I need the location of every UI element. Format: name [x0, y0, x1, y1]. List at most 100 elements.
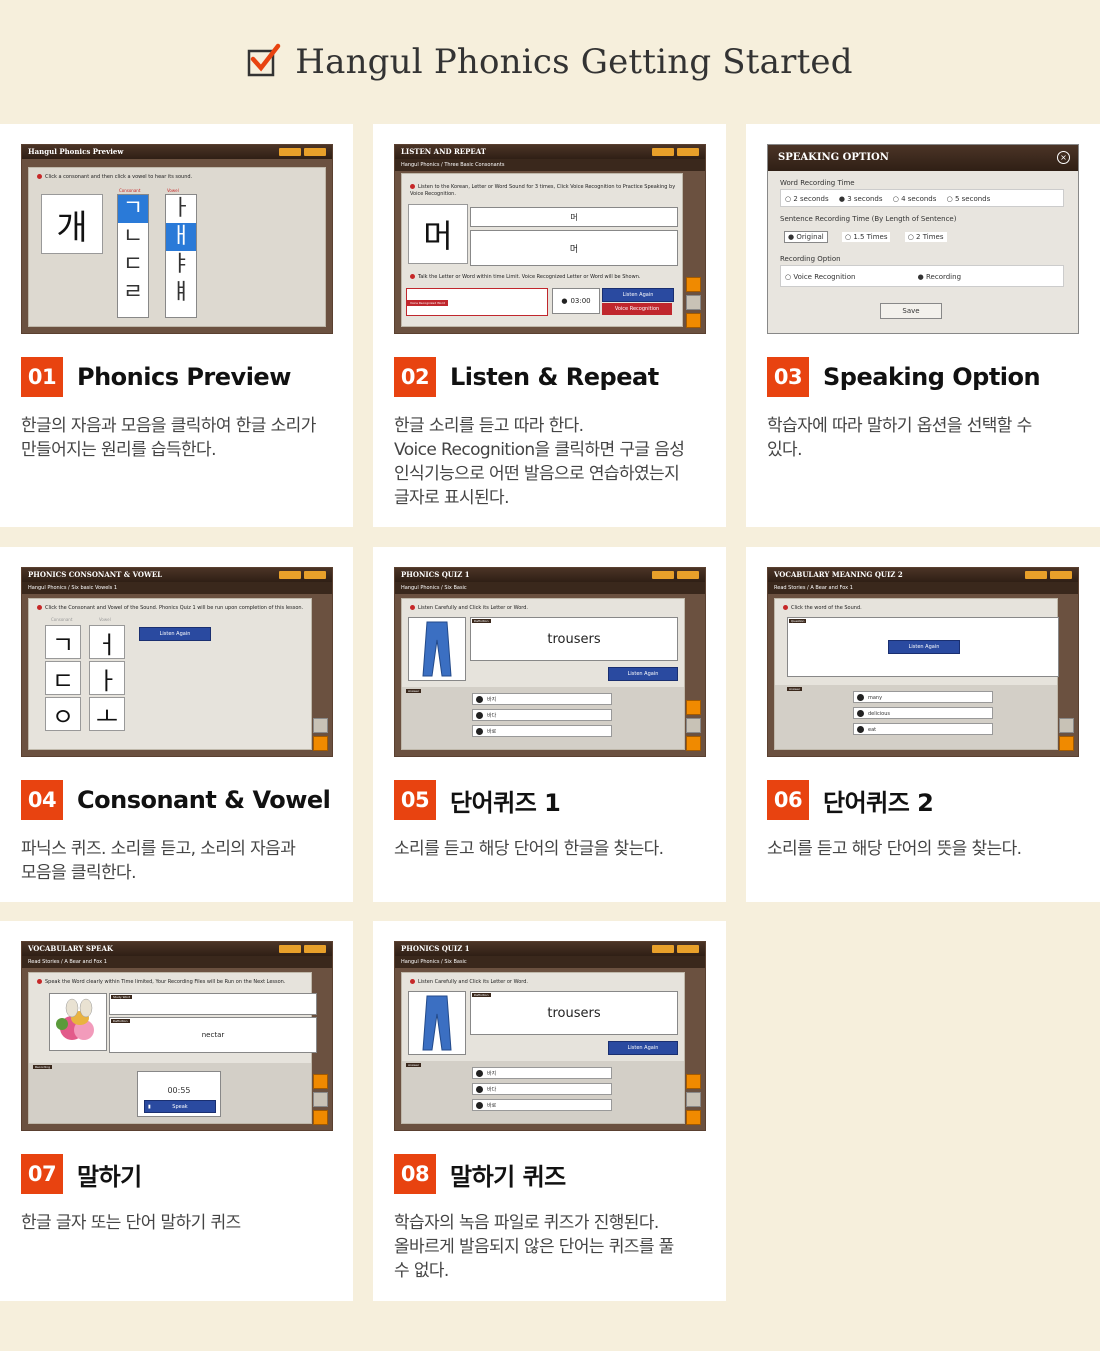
- radio-5-seconds[interactable]: ○ 5 seconds: [947, 195, 991, 203]
- vowel-item[interactable]: ㅐ: [166, 223, 196, 251]
- study-word-box: 머: [470, 207, 678, 227]
- answer-option[interactable]: 바로: [472, 1099, 612, 1111]
- listen-again-button[interactable]: Listen Again: [888, 640, 960, 654]
- card-phonics-preview[interactable]: Hangul Phonics Preview Click a consonant…: [0, 124, 353, 527]
- vowel-item[interactable]: ㅑ: [166, 251, 196, 279]
- card-title: 단어퀴즈 2: [823, 788, 934, 817]
- answer-option[interactable]: 바지: [472, 693, 612, 705]
- consonant-tile[interactable]: ㄱ: [45, 625, 81, 659]
- shot-instruction: Listen to the Korean, Letter or Word Sou…: [410, 184, 680, 198]
- consonant-item[interactable]: ㄷ: [118, 251, 148, 279]
- radio-recording[interactable]: ● Recording: [918, 273, 961, 281]
- answer-option[interactable]: many: [853, 691, 993, 703]
- answer-option[interactable]: delicious: [853, 707, 993, 719]
- word-text: trousers: [547, 631, 601, 647]
- recording-area: Recording 00:55 ▮ Speak: [29, 1063, 311, 1123]
- word-time-options: ○ 2 seconds ● 3 seconds ○ 4 seconds ○ 5 …: [780, 189, 1064, 207]
- timer-value: 00:55: [167, 1086, 191, 1095]
- screenshot-speaking: VOCABULARY SPEAK Read Stories / A Bear a…: [21, 941, 333, 1131]
- card-word-quiz-1[interactable]: PHONICS QUIZ 1 Hangul Phonics / Six Basi…: [373, 547, 726, 902]
- consonant-header: Consonant: [119, 188, 141, 193]
- settings-icon[interactable]: [313, 1074, 328, 1089]
- answer-option[interactable]: eat: [853, 723, 993, 735]
- radio-4-seconds[interactable]: ○ 4 seconds: [893, 195, 937, 203]
- radio-2-seconds[interactable]: ○ 2 seconds: [785, 195, 829, 203]
- card-heading: 03 Speaking Option: [767, 357, 1041, 397]
- answer-area: Answer 바지 바다 바로: [402, 1061, 684, 1123]
- image-panel: [408, 991, 466, 1055]
- definition-box: trousers Definition: [470, 991, 678, 1035]
- answer-option[interactable]: 바다: [472, 1083, 612, 1095]
- word-text: nectar: [201, 1031, 225, 1039]
- radio-3-seconds[interactable]: ● 3 seconds: [839, 195, 883, 203]
- answer-option[interactable]: 바지: [472, 1067, 612, 1079]
- prev-arrow-icon[interactable]: [1059, 718, 1074, 733]
- preview-syllable: 개: [41, 194, 103, 254]
- listen-again-button[interactable]: Listen Again: [608, 1041, 678, 1055]
- definition-box: 머: [470, 230, 678, 266]
- card-description: 학습자에 따라 말하기 옵션을 선택할 수 있다.: [767, 416, 1032, 460]
- prev-arrow-icon[interactable]: [686, 1092, 701, 1107]
- next-arrow-icon[interactable]: [686, 1110, 701, 1125]
- answer-area: Answer many delicious eat: [775, 685, 1057, 749]
- vowel-tile[interactable]: ㅏ: [89, 661, 125, 695]
- sentence-time-label: Sentence Recording Time (By Length of Se…: [780, 215, 957, 223]
- radio-2-times[interactable]: ○ 2 Times: [904, 232, 947, 242]
- answer-option[interactable]: 바로: [472, 725, 612, 737]
- vowel-column: ㅏ ㅐ ㅑ ㅒ: [165, 194, 197, 318]
- listen-again-button[interactable]: Listen Again: [608, 667, 678, 681]
- next-arrow-icon[interactable]: [686, 313, 701, 328]
- card-listen-repeat[interactable]: LISTEN AND REPEAT Hangul Phonics / Three…: [373, 124, 726, 527]
- answer-option[interactable]: 바다: [472, 709, 612, 721]
- consonant-item[interactable]: ㄴ: [118, 223, 148, 251]
- page-title: Hangul Phonics Getting Started: [295, 42, 853, 82]
- voice-recognition-button[interactable]: Voice Recognition: [602, 303, 672, 315]
- next-arrow-icon[interactable]: [686, 736, 701, 751]
- screenshot-listen-repeat: LISTEN AND REPEAT Hangul Phonics / Three…: [394, 144, 706, 334]
- consonant-tile[interactable]: ㅇ: [45, 697, 81, 731]
- card-title: Listen & Repeat: [450, 363, 659, 391]
- shot-frame: Listen Carefully and Click its Letter or…: [401, 598, 685, 750]
- listen-again-button[interactable]: Listen Again: [602, 288, 674, 302]
- radio-voice-recognition[interactable]: ○ Voice Recognition: [785, 273, 855, 281]
- settings-icon[interactable]: [686, 277, 701, 292]
- timer-display: ● 03:00: [552, 288, 600, 314]
- prev-arrow-icon[interactable]: [686, 718, 701, 733]
- card-number-badge: 04: [21, 780, 63, 820]
- speak-button[interactable]: ▮ Speak: [144, 1100, 216, 1113]
- card-heading: 07 말하기: [21, 1154, 142, 1194]
- card-description: 학습자의 녹음 파일로 퀴즈가 진행된다. 올바르게 발음되지 않은 단어는 퀴…: [394, 1213, 674, 1281]
- save-button[interactable]: Save: [880, 303, 942, 319]
- card-speaking-quiz[interactable]: PHONICS QUIZ 1 Hangul Phonics / Six Basi…: [373, 921, 726, 1301]
- vowel-tile[interactable]: ㅗ: [89, 697, 125, 731]
- prev-arrow-icon[interactable]: [313, 718, 328, 733]
- settings-icon[interactable]: [686, 700, 701, 715]
- consonant-header: Consonant: [51, 617, 73, 622]
- consonant-item[interactable]: ㄱ: [118, 195, 148, 223]
- radio-1-5-times[interactable]: ○ 1.5 Times: [841, 232, 891, 242]
- vowel-item[interactable]: ㅒ: [166, 279, 196, 307]
- shot-nav-buttons: [279, 148, 326, 156]
- timer-panel: 00:55 ▮ Speak: [137, 1071, 221, 1117]
- card-consonant-vowel[interactable]: PHONICS CONSONANT & VOWEL Hangul Phonics…: [0, 547, 353, 902]
- card-word-quiz-2[interactable]: VOCABULARY MEANING QUIZ 2 Read Stories /…: [746, 547, 1100, 902]
- image-panel: [49, 993, 107, 1051]
- radio-original[interactable]: ● Original: [784, 231, 828, 243]
- next-arrow-icon[interactable]: [313, 1110, 328, 1125]
- shot-instruction-2: Talk the Letter or Word within time Limi…: [410, 274, 640, 280]
- consonant-tile[interactable]: ㄷ: [45, 661, 81, 695]
- prev-arrow-icon[interactable]: [686, 295, 701, 310]
- next-arrow-icon[interactable]: [1059, 736, 1074, 751]
- vowel-tile[interactable]: ㅓ: [89, 625, 125, 659]
- card-speaking[interactable]: VOCABULARY SPEAK Read Stories / A Bear a…: [0, 921, 353, 1301]
- vowel-item[interactable]: ㅏ: [166, 195, 196, 223]
- next-arrow-icon[interactable]: [313, 736, 328, 751]
- listen-again-button[interactable]: Listen Again: [139, 627, 211, 641]
- listen-syllable: 머: [408, 204, 468, 264]
- settings-icon[interactable]: [686, 1074, 701, 1089]
- card-speaking-option[interactable]: SPEAKING OPTION × Word Recording Time ○ …: [746, 124, 1100, 527]
- card-number-badge: 03: [767, 357, 809, 397]
- prev-arrow-icon[interactable]: [313, 1092, 328, 1107]
- consonant-item[interactable]: ㄹ: [118, 279, 148, 307]
- close-icon[interactable]: ×: [1057, 151, 1070, 164]
